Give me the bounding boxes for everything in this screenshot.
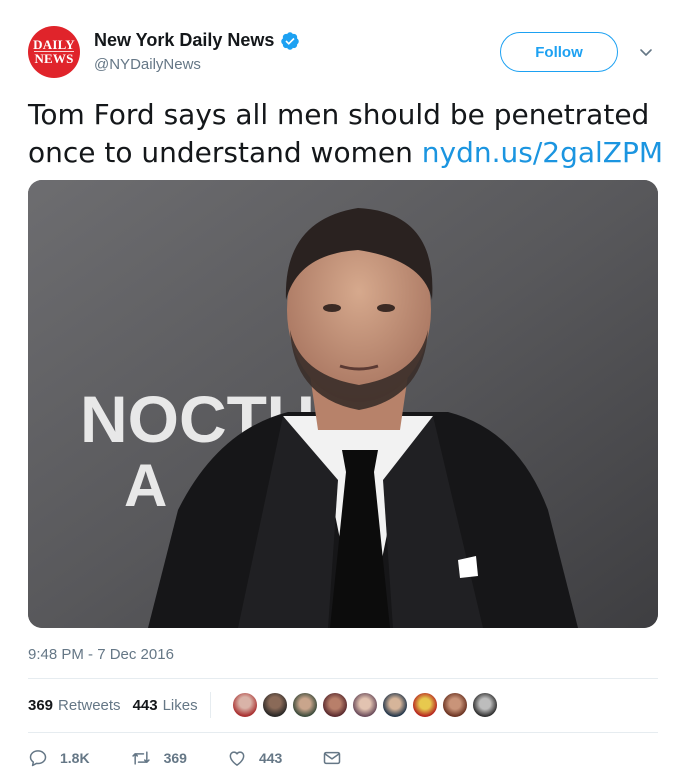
like-button[interactable]: 443	[227, 748, 282, 768]
engagement-stats: 369 Retweets 443 Likes	[28, 691, 501, 719]
liker-avatar[interactable]	[410, 691, 439, 719]
reply-count: 1.8K	[60, 750, 90, 766]
verified-badge-icon	[281, 31, 300, 50]
reply-icon	[29, 750, 47, 767]
divider	[28, 678, 658, 679]
tweet-photo[interactable]: NOCTU AL A	[28, 180, 658, 628]
liker-avatar[interactable]	[320, 691, 349, 719]
liker-avatar[interactable]	[290, 691, 319, 719]
stats-separator	[209, 692, 211, 718]
liker-avatar[interactable]	[260, 691, 289, 719]
likes-stat[interactable]: 443 Likes	[133, 697, 198, 714]
avatar-logo-line2: NEWS	[34, 51, 74, 66]
retweet-count: 369	[163, 750, 187, 766]
liker-avatar[interactable]	[470, 691, 499, 719]
retweet-icon	[131, 751, 150, 765]
name-row: New York Daily News	[94, 30, 300, 51]
likes-count: 443	[132, 696, 158, 714]
tweet-header: DAILY NEWS New York Daily News @NYDailyN…	[28, 26, 664, 82]
direct-message-button[interactable]	[322, 748, 354, 768]
liker-avatar[interactable]	[230, 691, 259, 719]
heart-icon	[229, 751, 245, 766]
follow-button[interactable]: Follow	[500, 32, 618, 72]
envelope-icon	[324, 751, 341, 765]
like-count: 443	[258, 750, 283, 766]
liker-avatar[interactable]	[380, 691, 409, 719]
sign-text-line2: A	[124, 452, 167, 519]
display-name[interactable]: New York Daily News	[94, 30, 274, 51]
photo-illustration: NOCTU AL A	[28, 180, 658, 628]
handle[interactable]: @NYDailyNews	[94, 56, 300, 73]
tweet-text: Tom Ford says all men should be penetrat…	[28, 96, 668, 172]
retweets-label: Retweets	[58, 696, 121, 714]
likes-label: Likes	[162, 696, 198, 714]
retweet-button[interactable]: 369	[130, 748, 187, 768]
avatar[interactable]: DAILY NEWS	[28, 26, 80, 78]
action-bar: 1.8K 369 443	[28, 746, 394, 770]
retweets-count: 369	[28, 696, 54, 714]
account-info: New York Daily News @NYDailyNews	[94, 30, 300, 73]
divider	[28, 732, 658, 733]
liker-avatar[interactable]	[440, 691, 469, 719]
chevron-down-icon[interactable]	[638, 44, 654, 60]
liker-avatar[interactable]	[350, 691, 379, 719]
reply-button[interactable]: 1.8K	[28, 748, 90, 768]
tweet-timestamp[interactable]: 9:48 PM - 7 Dec 2016	[28, 646, 174, 663]
avatar-logo-line1: DAILY	[33, 37, 75, 52]
tweet-link[interactable]: nydn.us/2galZPM	[422, 136, 663, 169]
liker-avatars	[230, 691, 501, 719]
retweets-stat[interactable]: 369 Retweets	[28, 697, 121, 714]
